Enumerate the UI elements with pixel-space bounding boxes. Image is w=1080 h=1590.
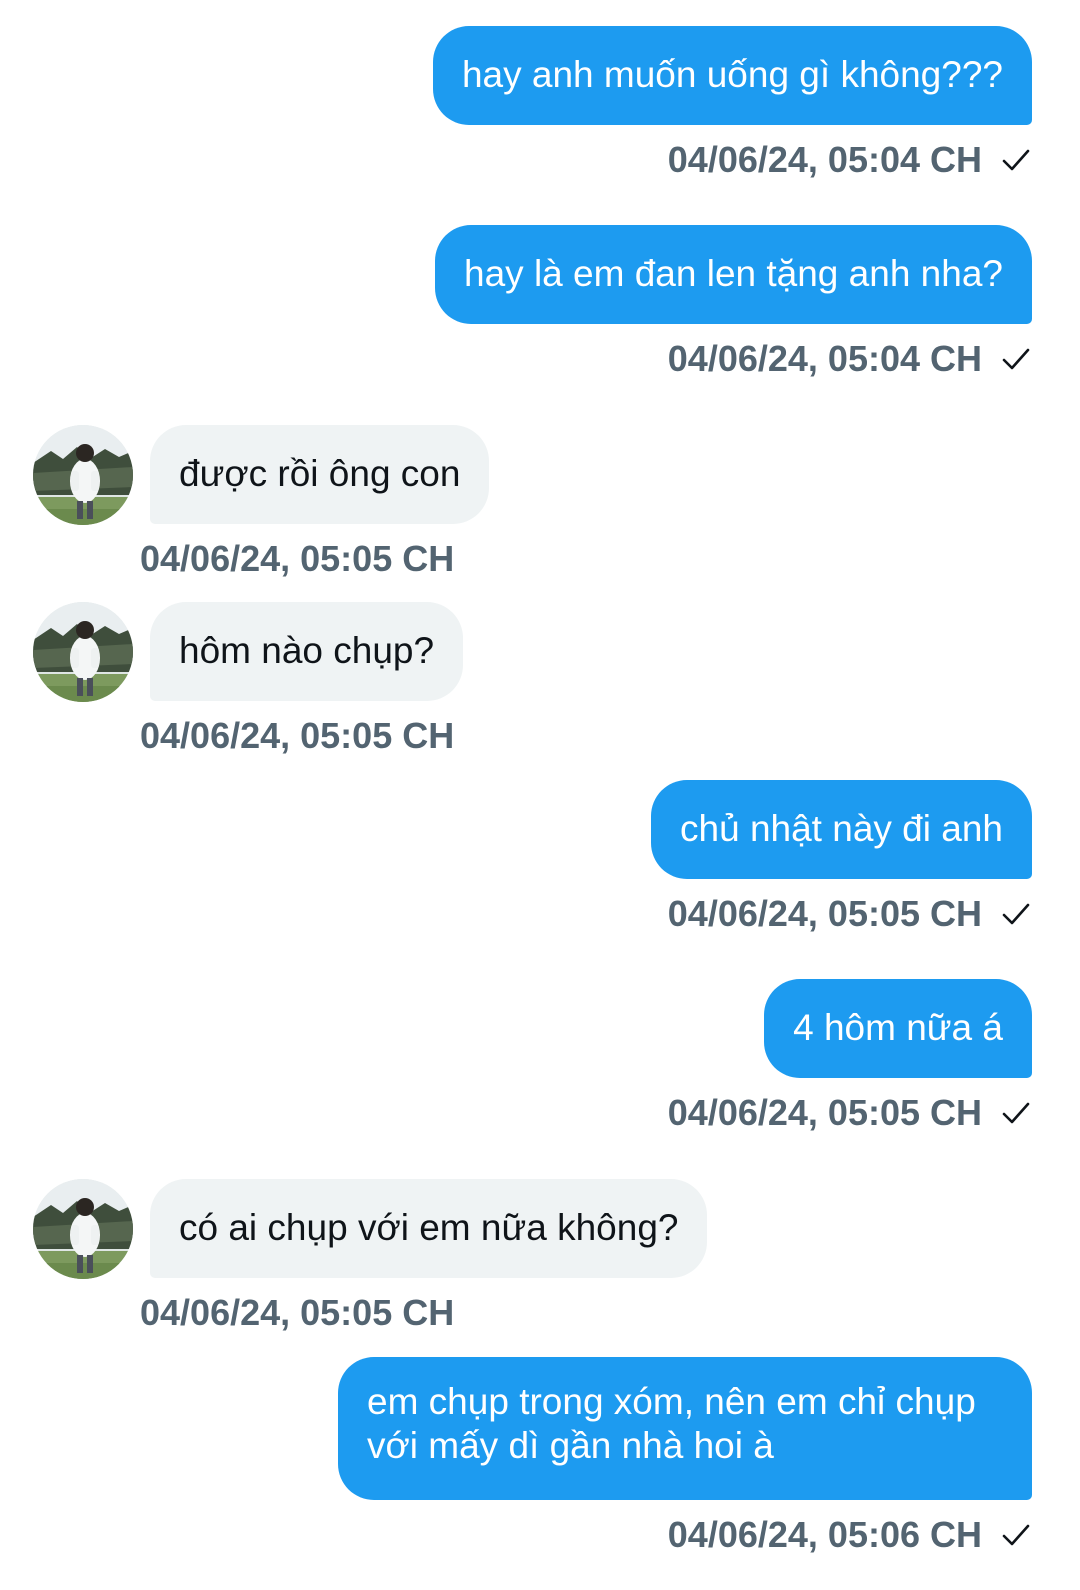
- avatar-photo: [33, 1179, 133, 1279]
- message-timestamp: 04/06/24, 05:04 CH: [667, 338, 982, 379]
- message-timestamp: 04/06/24, 05:05 CH: [667, 1092, 982, 1133]
- sent-message-bubble[interactable]: 4 hôm nữa á: [764, 979, 1032, 1078]
- checkmark-icon: [1002, 1524, 1030, 1546]
- message-timestamp: 04/06/24, 05:05 CH: [140, 1292, 455, 1333]
- message-timestamp: 04/06/24, 05:04 CH: [667, 139, 982, 180]
- message-status: 04/06/24, 05:05 CH: [668, 1093, 1032, 1133]
- sent-message-bubble[interactable]: hay là em đan len tặng anh nha?: [435, 225, 1032, 324]
- checkmark-icon: [1002, 1102, 1030, 1124]
- message-timestamp: 04/06/24, 05:06 CH: [667, 1514, 982, 1555]
- checkmark-icon: [1002, 149, 1030, 171]
- avatar-photo: [33, 425, 133, 525]
- received-message-bubble[interactable]: được rồi ông con: [150, 425, 490, 524]
- message-status: 04/06/24, 05:04 CH: [668, 140, 1032, 180]
- avatar-photo: [33, 602, 133, 702]
- avatar[interactable]: [33, 425, 133, 525]
- sent-message-bubble[interactable]: em chụp trong xóm, nên em chỉ chụp với m…: [338, 1357, 1032, 1500]
- message-thread: hay anh muốn uống gì không??? 04/06/24, …: [0, 0, 1080, 1590]
- avatar[interactable]: [33, 602, 133, 702]
- checkmark-icon: [1002, 903, 1030, 925]
- sent-message-bubble[interactable]: hay anh muốn uống gì không???: [432, 26, 1032, 125]
- message-timestamp: 04/06/24, 05:05 CH: [140, 715, 455, 756]
- avatar[interactable]: [33, 1179, 133, 1279]
- message-status: 04/06/24, 05:04 CH: [668, 339, 1032, 379]
- message-status: 04/06/24, 05:06 CH: [668, 1515, 1032, 1555]
- message-status: 04/06/24, 05:05 CH: [668, 894, 1032, 934]
- checkmark-icon: [1002, 348, 1030, 370]
- message-timestamp: 04/06/24, 05:05 CH: [667, 893, 982, 934]
- sent-message-bubble[interactable]: chủ nhật này đi anh: [651, 780, 1032, 879]
- message-timestamp: 04/06/24, 05:05 CH: [140, 538, 455, 579]
- received-message-bubble[interactable]: hôm nào chụp?: [150, 602, 464, 701]
- received-message-bubble[interactable]: có ai chụp với em nữa không?: [150, 1179, 708, 1278]
